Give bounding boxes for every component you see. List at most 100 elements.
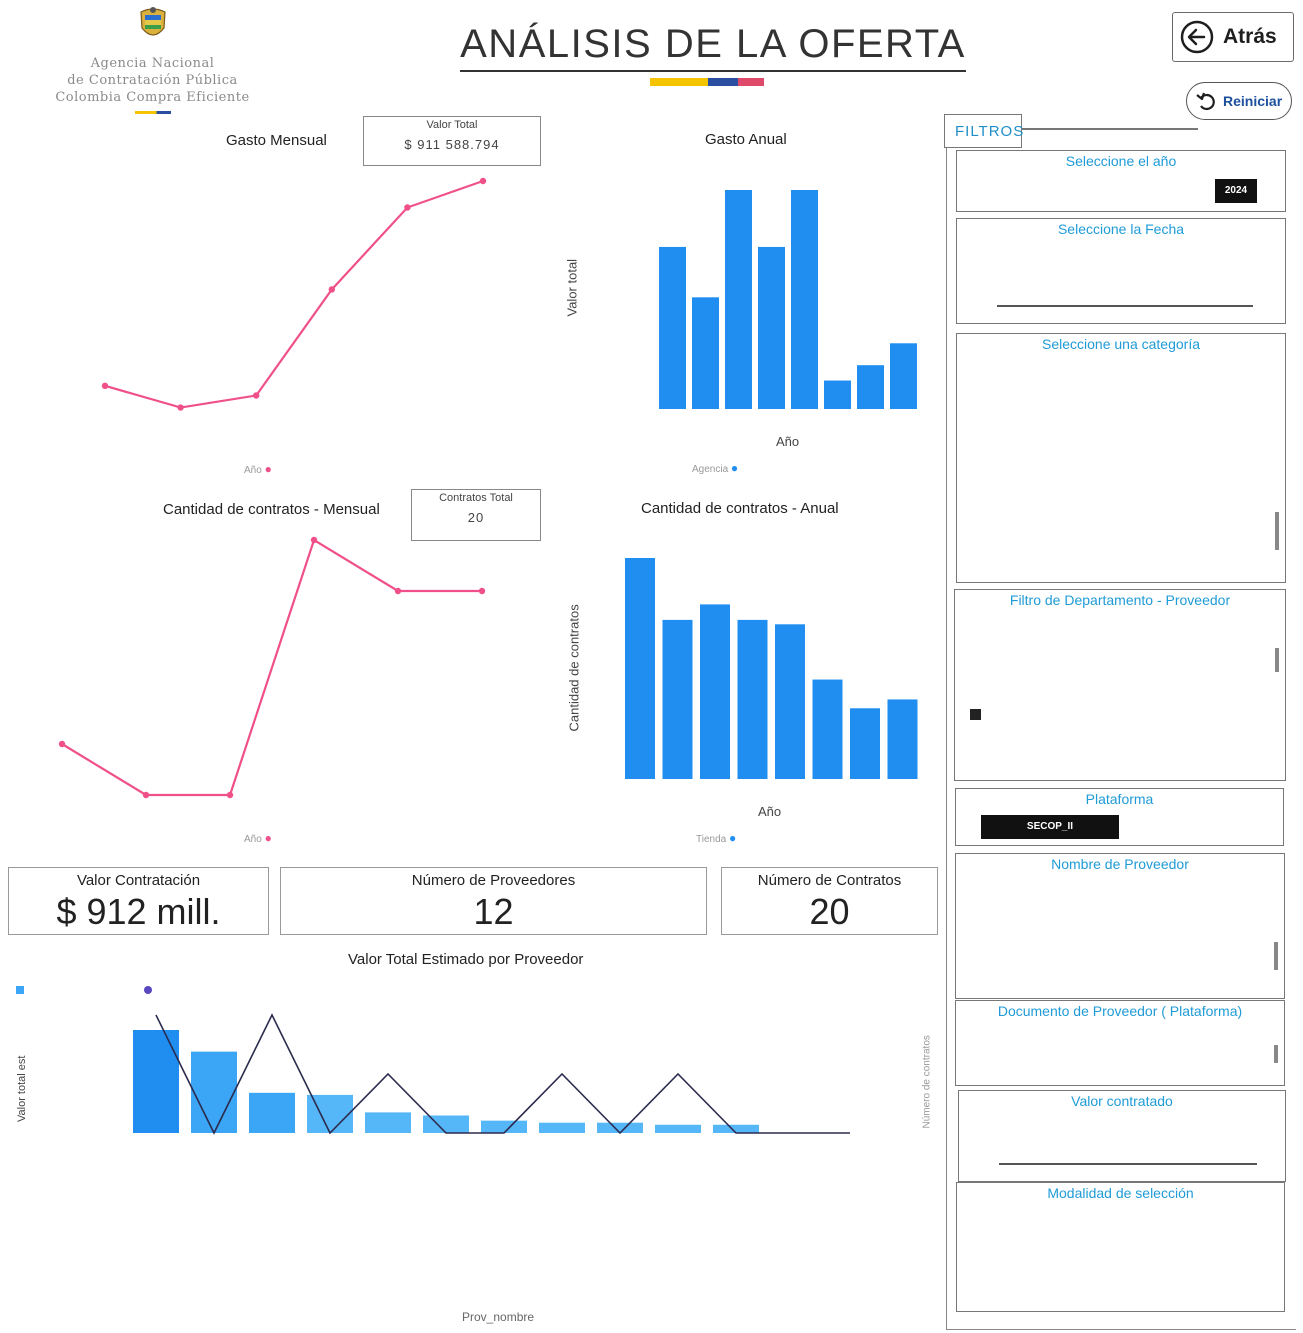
legend-dot-icon: ● <box>729 831 737 845</box>
gasto-anual-ylabel: Valor total <box>564 258 580 317</box>
arrow-left-circle-icon <box>1180 20 1214 54</box>
proveedor-ylabel-left: Valor total est <box>16 1055 28 1122</box>
org-name-line2: de Contratación Pública <box>67 73 238 88</box>
checkbox-checked-icon[interactable] <box>970 709 981 720</box>
provider-doc-slicer[interactable]: Documento de Proveedor ( Plataforma) <box>955 1000 1285 1086</box>
data-point <box>253 392 260 399</box>
numero-proveedores-value: 12 <box>473 891 514 932</box>
year-slicer[interactable]: Seleccione el año 2024 <box>956 150 1286 212</box>
page-title: ANÁLISIS DE LA OFERTA <box>460 22 966 66</box>
bar <box>625 558 655 779</box>
back-button[interactable]: Atrás <box>1172 12 1294 62</box>
modality-slicer-title: Modalidad de selección <box>1047 1185 1194 1201</box>
bar <box>737 619 768 779</box>
title-underline <box>460 70 966 72</box>
bar <box>890 343 917 409</box>
category-scrollbar[interactable] <box>1275 512 1279 550</box>
platform-slicer[interactable]: Plataforma SECOP_II <box>955 788 1284 846</box>
org-name-line1: Agencia Nacional <box>90 56 215 71</box>
date-slicer[interactable]: Seleccione la Fecha <box>956 218 1286 324</box>
gasto-mensual-line-chart[interactable] <box>60 160 540 450</box>
bar <box>423 1115 469 1133</box>
bar <box>775 624 805 779</box>
platform-slicer-title: Plataforma <box>1085 791 1154 807</box>
series-line <box>104 179 484 409</box>
data-point <box>226 791 234 799</box>
bar <box>249 1092 295 1133</box>
data-point <box>479 177 487 185</box>
data-point <box>328 286 335 293</box>
proveedor-combo-chart[interactable] <box>125 1005 865 1145</box>
contratos-total-label: Contratos Total <box>439 492 513 504</box>
data-point <box>101 382 109 390</box>
numero-proveedores-card: Número de Proveedores 12 <box>280 867 707 935</box>
date-slicer-title: Seleccione la Fecha <box>1057 221 1185 237</box>
gasto-anual-legend: Agencia ● <box>692 461 738 475</box>
logo-underline <box>134 111 171 114</box>
bar <box>659 246 686 409</box>
department-scrollbar[interactable] <box>1275 648 1279 672</box>
legend-bar-icon <box>16 986 24 994</box>
category-slicer[interactable]: Seleccione una categoría <box>956 333 1286 583</box>
legend-label: Año <box>244 465 262 476</box>
provider-name-slicer[interactable]: Nombre de Proveedor <box>955 853 1285 999</box>
gasto-anual-xlabel: Año <box>776 434 800 449</box>
bar <box>887 699 918 779</box>
org-name-line3: Colombia Compra Eficiente <box>55 90 250 105</box>
gasto-anual-bar-chart[interactable] <box>650 180 930 415</box>
gasto-mensual-legend: Año ● <box>244 462 272 476</box>
provider-doc-scrollbar[interactable] <box>1274 1045 1278 1063</box>
category-slicer-title: Seleccione una categoría <box>1042 336 1200 352</box>
bar <box>191 1051 237 1133</box>
gasto-mensual-title: Gasto Mensual <box>226 132 327 149</box>
bar <box>597 1122 643 1133</box>
modality-slicer[interactable]: Modalidad de selección <box>956 1182 1285 1312</box>
bar <box>713 1124 759 1133</box>
numero-proveedores-label: Número de Proveedores <box>411 872 576 889</box>
provider-name-scrollbar[interactable] <box>1274 942 1278 970</box>
data-point <box>142 791 150 799</box>
contratos-mensual-title: Cantidad de contratos - Mensual <box>163 501 380 518</box>
data-point <box>404 204 411 211</box>
date-range-slider-track[interactable] <box>997 305 1253 307</box>
proveedor-chart-title: Valor Total Estimado por Proveedor <box>348 951 584 968</box>
data-point <box>478 587 486 595</box>
reset-button[interactable]: Reiniciar <box>1186 82 1292 120</box>
series-line <box>61 538 482 797</box>
contratos-mensual-line-chart[interactable] <box>40 530 510 820</box>
proveedor-ylabel-right: Número de contratos <box>921 1035 933 1129</box>
legend-label: Tienda <box>696 834 727 845</box>
gasto-anual-title: Gasto Anual <box>705 131 787 148</box>
contratos-mensual-legend: Año ● <box>244 831 272 845</box>
bar <box>365 1112 411 1133</box>
value-slicer[interactable]: Valor contratado <box>958 1090 1286 1182</box>
contratos-anual-title: Cantidad de contratos - Anual <box>641 500 839 517</box>
bar <box>539 1122 585 1133</box>
year-chip[interactable]: 2024 <box>1215 179 1257 203</box>
bar <box>133 1030 179 1133</box>
department-slicer[interactable]: Filtro de Departamento - Proveedor <box>954 589 1286 781</box>
bar <box>692 297 719 409</box>
data-point <box>58 740 66 748</box>
value-slicer-title: Valor contratado <box>1071 1093 1173 1109</box>
numero-contratos-card: Número de Contratos 20 <box>721 867 938 935</box>
bar <box>662 619 693 779</box>
numero-contratos-value: 20 <box>809 891 850 932</box>
contratos-anual-bar-chart[interactable] <box>618 550 923 785</box>
legend-line-icon <box>144 986 152 994</box>
filters-header: FILTROS <box>944 114 1023 148</box>
valor-contratacion-label: Valor Contratación <box>76 872 201 889</box>
contratos-anual-legend: Tienda ● <box>696 831 736 845</box>
bar <box>481 1120 527 1133</box>
reset-button-label: Reiniciar <box>1223 93 1283 109</box>
flag-color-bar <box>650 78 764 86</box>
bar <box>791 190 818 409</box>
platform-chip[interactable]: SECOP_II <box>981 815 1119 839</box>
contratos-total-value: 20 <box>467 510 485 525</box>
agency-logo: Agencia Nacional de Contratación Pública… <box>30 6 275 124</box>
reset-icon <box>1196 92 1215 111</box>
valor-total-card: Valor Total $ 911 588.794 <box>363 116 541 166</box>
data-point <box>177 404 184 411</box>
valor-contratacion-value: $ 912 mill. <box>56 891 221 932</box>
value-range-slider-track[interactable] <box>999 1163 1257 1165</box>
